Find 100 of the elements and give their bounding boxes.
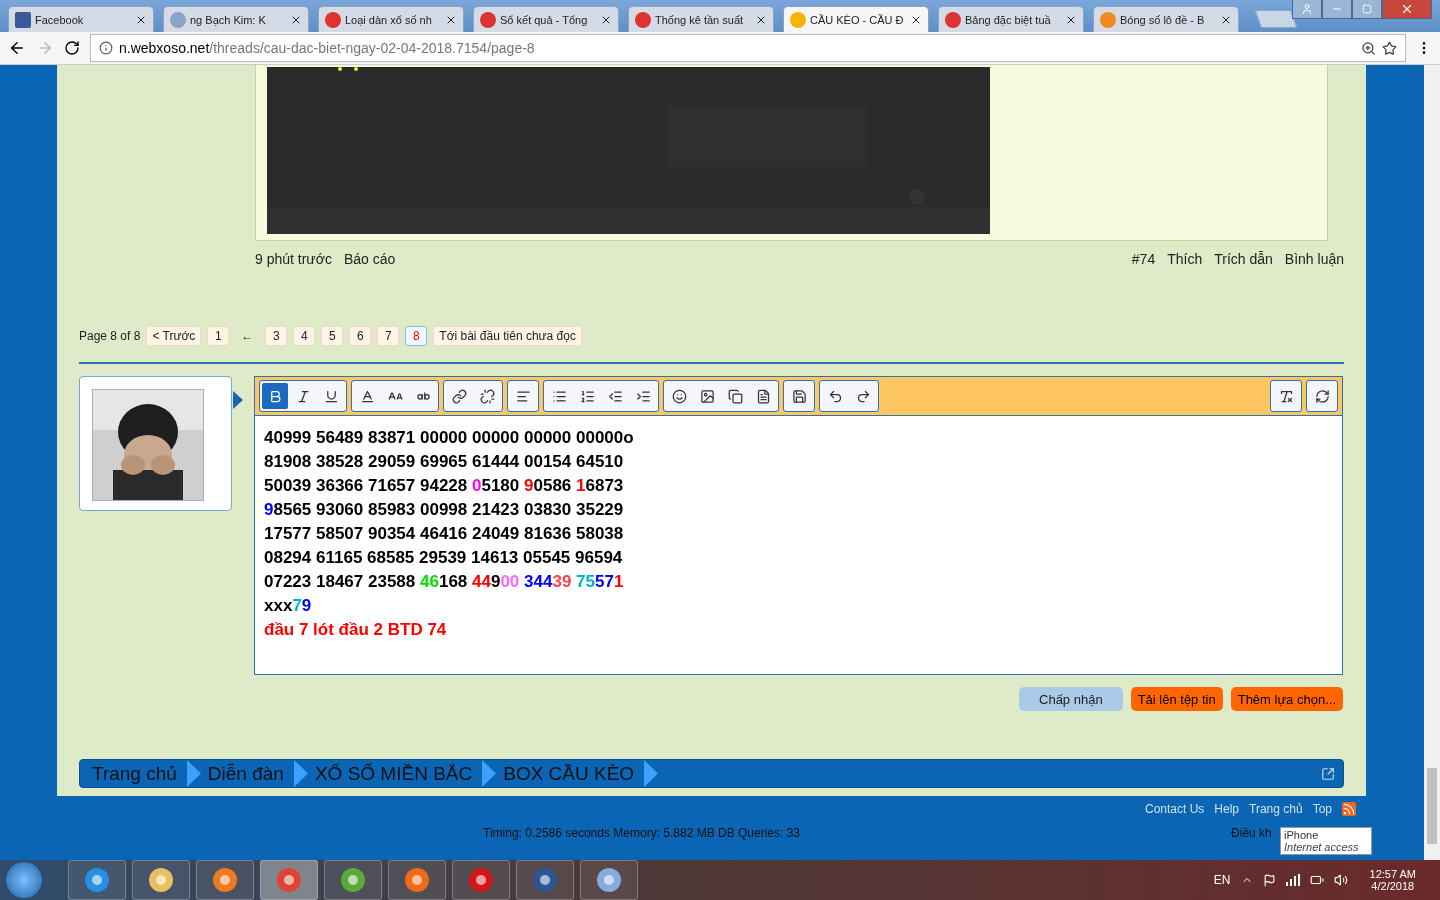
favicon-icon [170, 11, 186, 28]
taskbar-app[interactable] [132, 860, 190, 900]
start-button[interactable] [6, 862, 42, 898]
minimize-button[interactable] [1322, 0, 1352, 19]
footer-link[interactable]: Help [1214, 802, 1240, 816]
message-line: đầu 7 lót đầu 2 BTD 74 [264, 619, 448, 641]
media-icon [727, 388, 743, 404]
italic-icon [295, 388, 311, 404]
browser-tab[interactable]: CẦU KÈO - CẦU Đ [783, 6, 929, 32]
report-link[interactable]: Báo cáo [343, 251, 396, 267]
chevron-icon [644, 760, 659, 787]
battery-icon[interactable] [1309, 873, 1324, 887]
undo-icon [827, 388, 843, 404]
like-link[interactable]: Thích [1167, 251, 1203, 267]
page-link[interactable]: 4 [293, 326, 316, 346]
chevron-icon [186, 760, 201, 787]
taskbar-app[interactable] [452, 860, 510, 900]
footer-link[interactable]: Top [1312, 802, 1332, 816]
message-line: 08294 61165 68585 29539 14613 05545 96594 [264, 547, 624, 569]
unlink-icon [479, 388, 495, 404]
favicon-icon [945, 11, 961, 28]
page-link[interactable]: 6 [349, 326, 372, 346]
taskbar-app[interactable] [68, 860, 126, 900]
redo-icon [855, 388, 871, 404]
pointer-icon [233, 391, 243, 409]
browser-tab[interactable]: Loại dàn xổ số nh [318, 6, 464, 32]
page-link[interactable]: 7 [377, 326, 400, 346]
browser-tab[interactable]: ng Bạch Kim: K [163, 6, 309, 32]
indent-icon [635, 388, 651, 404]
page-link[interactable]: 1 [207, 326, 230, 346]
taskbar-app[interactable] [580, 860, 638, 900]
page-label: Page 8 of 8 [79, 329, 141, 343]
scrollbar[interactable] [1424, 65, 1440, 860]
page-link[interactable]: Tới bài đầu tiên chưa đọc [433, 326, 582, 346]
user-button[interactable] [1292, 0, 1322, 19]
address-field[interactable]: n.webxoso.net/threads/cau-dac-biet-ngay-02-04-2018.7154/page-8 [90, 34, 1406, 62]
quote-link[interactable]: Trích dẫn [1214, 251, 1273, 267]
info-icon[interactable] [99, 41, 113, 55]
browser-tab[interactable]: Bóng số lô đề - B [1093, 6, 1239, 32]
taskbar-app[interactable] [196, 860, 254, 900]
underline-icon [323, 388, 339, 404]
signal-icon[interactable] [1285, 874, 1300, 886]
app-icon [147, 866, 175, 894]
favicon-icon [790, 11, 806, 28]
page-link[interactable]: 3 [265, 326, 288, 346]
back-icon[interactable] [8, 39, 26, 57]
numbered-list-icon [579, 388, 595, 404]
taskbar-app[interactable] [388, 860, 446, 900]
app-icon [531, 866, 559, 894]
app-icon [467, 866, 495, 894]
browser-tab[interactable]: Bảng đặc biệt tuầ [938, 6, 1084, 32]
zoom-icon[interactable] [1361, 40, 1376, 56]
app-icon [275, 866, 303, 894]
app-icon [83, 866, 111, 894]
browser-tab[interactable]: Sổ kết quả - Tổng [473, 6, 619, 32]
post-number[interactable]: #74 [1131, 251, 1156, 267]
rss-icon[interactable] [1342, 802, 1356, 816]
language-indicator[interactable]: EN [1213, 873, 1231, 887]
page-gap: ← [241, 329, 254, 343]
more-options-button[interactable]: Thêm lựa chọn... [1230, 687, 1343, 711]
app-icon [595, 866, 623, 894]
browser-tab[interactable]: Thống kê tần suất [628, 6, 774, 32]
page-link[interactable]: 8 [405, 326, 428, 346]
reload-icon[interactable] [64, 40, 80, 56]
flag-icon[interactable] [1262, 873, 1276, 887]
footer-link[interactable]: Contact Us [1145, 802, 1205, 816]
message-editor[interactable] [254, 376, 1343, 675]
maximize-icon [1362, 4, 1372, 14]
message-line: 98565 93060 85983 00998 21423 03830 35229 [264, 499, 625, 521]
app-icon [339, 866, 367, 894]
taskbar-app[interactable] [324, 860, 382, 900]
expand-icon[interactable] [1321, 766, 1335, 781]
taskbar-app[interactable] [516, 860, 574, 900]
comment-link[interactable]: Bình luận [1284, 251, 1344, 267]
network-tooltip: iPhone Internet access [1280, 827, 1372, 855]
browser-tab[interactable]: Facebook [8, 6, 154, 32]
clock[interactable]: 12:57 AM 4/2/2018 [1369, 868, 1416, 892]
message-line: xxx79 [264, 595, 313, 617]
user-icon [1301, 3, 1313, 15]
page-link[interactable]: 5 [321, 326, 344, 346]
maximize-button[interactable] [1352, 0, 1382, 19]
link-icon [451, 388, 467, 404]
chevron-icon [482, 760, 497, 787]
favicon-icon [635, 11, 651, 28]
page-link[interactable]: < Trước [146, 326, 202, 346]
clear-format-icon [1278, 388, 1294, 404]
post-time: 9 phút trước [255, 251, 332, 267]
message-line: 40999 56489 83871 00000 00000 00000 00000o [264, 427, 635, 449]
favicon-icon [15, 11, 31, 28]
bookmark-icon[interactable] [1382, 40, 1397, 56]
volume-icon[interactable] [1333, 873, 1348, 887]
text-color-icon [359, 388, 375, 404]
smiley-icon [671, 388, 687, 404]
upload-button[interactable]: Tải lên tệp tin [1130, 687, 1223, 711]
submit-button[interactable]: Chấp nhận [1019, 687, 1123, 711]
app-icon [211, 866, 239, 894]
bullet-list-icon [551, 388, 567, 404]
footer-link[interactable]: Trang chủ [1249, 802, 1303, 816]
bold-button[interactable] [262, 383, 288, 409]
save-icon [791, 388, 807, 404]
